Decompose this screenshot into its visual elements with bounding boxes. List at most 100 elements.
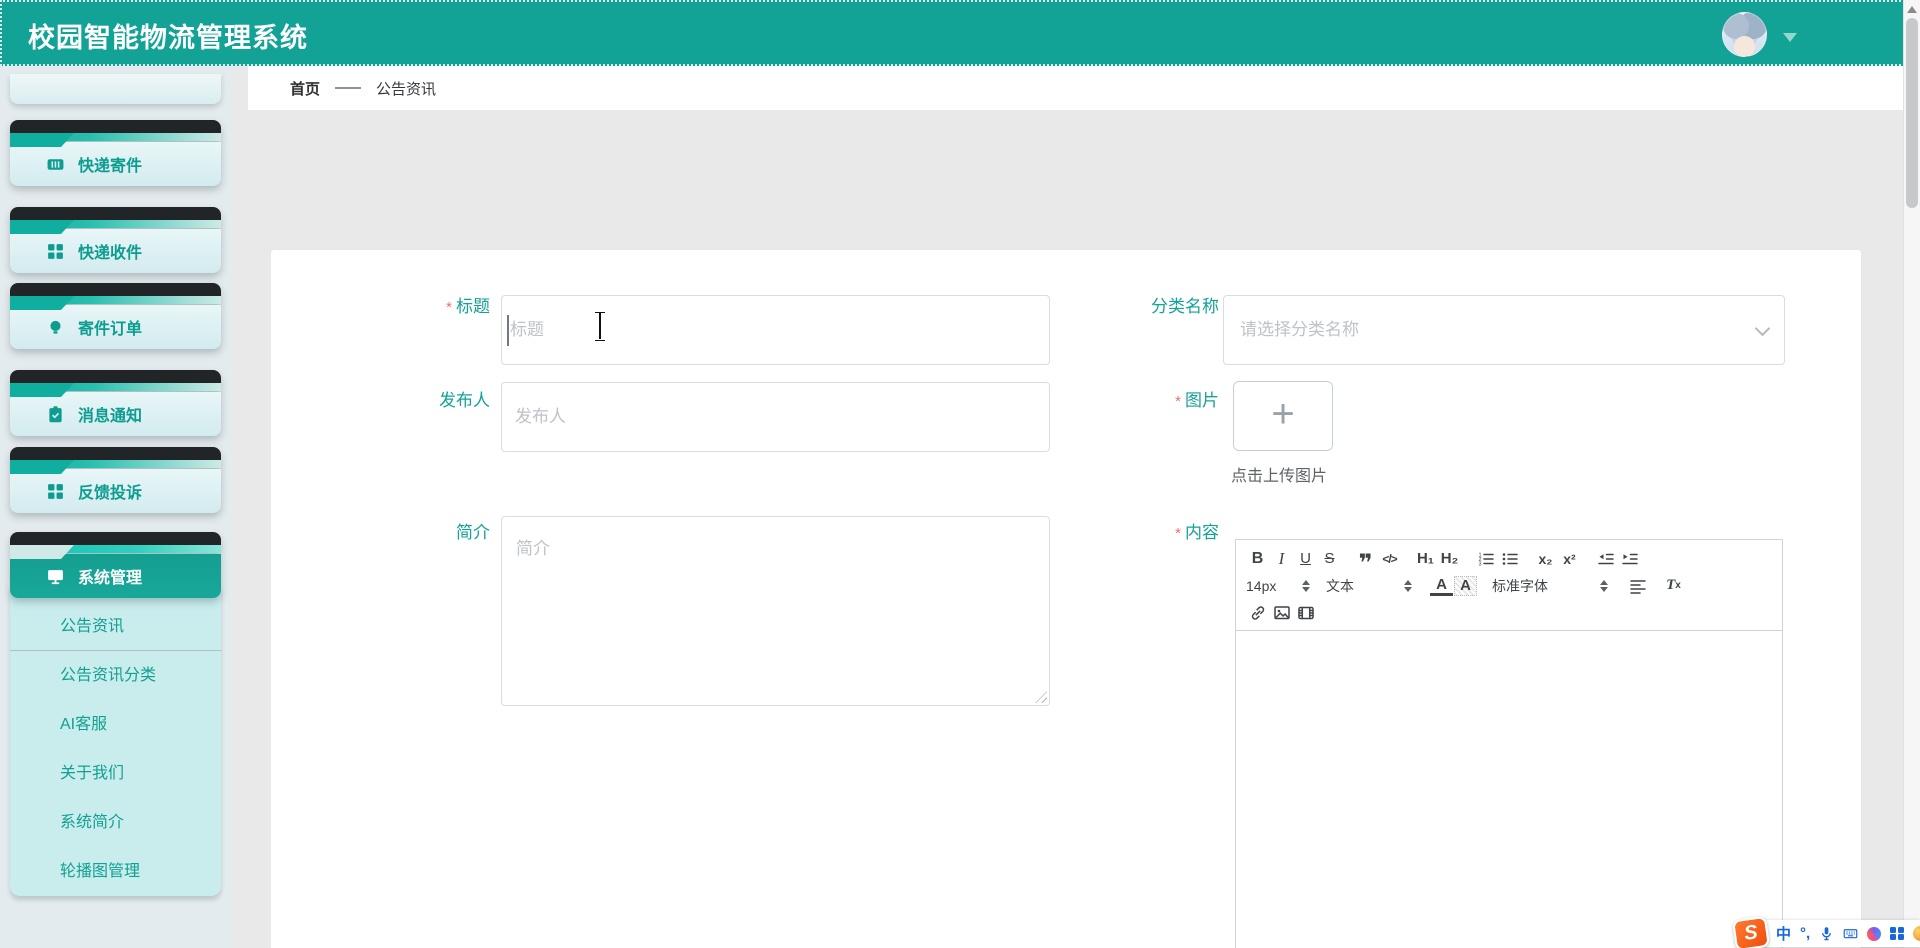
- updown-arrows-icon: [1404, 579, 1412, 592]
- app-title: 校园智能物流管理系统: [28, 23, 308, 53]
- plus-icon: +: [1271, 392, 1295, 436]
- scroll-up-icon[interactable]: [1907, 6, 1917, 13]
- sidebar-item-notifications[interactable]: 消息通知: [10, 370, 221, 436]
- strike-icon[interactable]: S: [1318, 547, 1341, 571]
- grid-icon: [48, 243, 63, 259]
- breadcrumb: 首页 公告资讯: [248, 66, 1903, 110]
- chinese-mode-icon[interactable]: 中: [1776, 923, 1791, 944]
- required-mark: *: [1175, 393, 1181, 410]
- superscript-icon[interactable]: x²: [1558, 547, 1581, 571]
- align-icon[interactable]: [1626, 574, 1649, 598]
- clean-icon[interactable]: Tx: [1662, 574, 1685, 598]
- editor-toolbar: B I U S ❞ </> H₁ H₂ 1 2 3 x₂ x² 14px 文本 A A 标准字体 Tx: [1235, 539, 1783, 631]
- keyboard-icon[interactable]: [1843, 926, 1858, 941]
- scrollbar-thumb[interactable]: [1906, 18, 1918, 208]
- form-card: * 标题 标题 分类名称 请选择分类名称 发布人 发布人 * 图片 + 点击上传图片…: [270, 249, 1862, 948]
- sidebar-item-send-orders[interactable]: 寄件订单: [10, 283, 221, 349]
- text-caret: [507, 315, 509, 346]
- ime-pill: S 中 °,: [1732, 915, 1920, 948]
- editor-content-area[interactable]: [1235, 631, 1783, 948]
- font-select[interactable]: 标准字体: [1492, 574, 1608, 598]
- sidebar-item-label: 快递收件: [78, 245, 143, 262]
- submenu-item-announcement-categories[interactable]: 公告资讯分类: [10, 651, 221, 700]
- blockquote-icon[interactable]: ❞: [1354, 547, 1377, 575]
- breadcrumb-current: 公告资讯: [376, 80, 437, 98]
- sidebar-item-express-send[interactable]: 快递寄件: [10, 120, 221, 186]
- ordered-list-icon[interactable]: 123: [1474, 547, 1497, 571]
- header1-icon[interactable]: H₁: [1414, 547, 1437, 571]
- category-label: 分类名称: [1151, 297, 1219, 316]
- sidebar-item-label: 反馈投诉: [78, 485, 143, 502]
- sidebar-item-label: 系统管理: [78, 570, 143, 587]
- background-icon[interactable]: A: [1454, 575, 1477, 596]
- title-label: * 标题: [446, 297, 490, 316]
- rich-text-editor: B I U S ❞ </> H₁ H₂ 1 2 3 x₂ x² 14px 文本 A A 标准字体 Tx: [1235, 539, 1783, 948]
- sidebar-item-system-management[interactable]: 系统管理: [10, 532, 221, 598]
- image-icon[interactable]: [1270, 601, 1293, 625]
- grid-icon: [48, 483, 63, 499]
- publisher-label: 发布人: [439, 391, 490, 410]
- image-upload-box[interactable]: +: [1233, 381, 1333, 451]
- sogou-logo-icon[interactable]: S: [1732, 915, 1770, 948]
- sidebar-item-partial[interactable]: [10, 74, 221, 104]
- video-icon[interactable]: [1294, 601, 1317, 625]
- emoji-icon[interactable]: [1912, 926, 1920, 941]
- color-icon[interactable]: A: [1430, 576, 1453, 596]
- submenu-item-carousel[interactable]: 轮播图管理: [10, 847, 221, 896]
- content-label: * 内容: [1175, 523, 1219, 542]
- submenu-item-ai-service[interactable]: AI客服: [10, 700, 221, 749]
- updown-arrows-icon: [1600, 579, 1608, 592]
- page: 校园智能物流管理系统 快递寄件 快递收件 寄件订单 消息通知 反馈投诉 系统管理…: [0, 0, 1920, 948]
- page-scrollbar[interactable]: [1903, 0, 1920, 948]
- avatar[interactable]: [1722, 12, 1767, 57]
- image-label: * 图片: [1175, 391, 1219, 410]
- upload-hint: 点击上传图片: [1231, 468, 1328, 485]
- category-placeholder: 请选择分类名称: [1240, 320, 1359, 339]
- publisher-placeholder: 发布人: [515, 407, 566, 426]
- subscript-icon[interactable]: x₂: [1534, 547, 1557, 571]
- chevron-down-icon: [1754, 320, 1771, 337]
- monitor-icon: [48, 569, 63, 584]
- mic-icon[interactable]: [1819, 926, 1834, 941]
- indent-icon[interactable]: [1618, 547, 1641, 571]
- header2-icon[interactable]: H₂: [1438, 547, 1461, 571]
- resize-handle[interactable]: [1035, 691, 1047, 703]
- app-header: 校园智能物流管理系统: [0, 0, 1920, 66]
- bold-icon[interactable]: B: [1246, 547, 1269, 571]
- mouse-ibeam-cursor: [594, 312, 606, 341]
- outdent-icon[interactable]: [1594, 547, 1617, 571]
- sidebar-item-label: 寄件订单: [78, 321, 143, 338]
- category-select[interactable]: 请选择分类名称: [1223, 295, 1785, 365]
- link-icon[interactable]: [1246, 601, 1269, 625]
- sidebar-item-feedback[interactable]: 反馈投诉: [10, 447, 221, 513]
- svg-text:3: 3: [1478, 561, 1481, 567]
- ticket-icon: [47, 158, 64, 170]
- underline-icon[interactable]: U: [1294, 547, 1317, 571]
- required-mark: *: [446, 299, 452, 316]
- clipboard-check-icon: [49, 405, 62, 422]
- format-select[interactable]: 文本: [1326, 574, 1412, 598]
- breadcrumb-separator: [335, 87, 362, 89]
- updown-arrows-icon: [1302, 579, 1310, 592]
- submenu-item-about-us[interactable]: 关于我们: [10, 749, 221, 798]
- system-submenu: 公告资讯 公告资讯分类 AI客服 关于我们 系统简介 轮播图管理: [10, 586, 221, 896]
- submenu-item-system-intro[interactable]: 系统简介: [10, 798, 221, 847]
- skin-icon[interactable]: [1867, 926, 1882, 941]
- sidebar-item-express-receive[interactable]: 快递收件: [10, 207, 221, 273]
- punctuation-icon[interactable]: °,: [1800, 925, 1810, 942]
- title-placeholder: 标题: [510, 320, 544, 339]
- chevron-down-icon[interactable]: [1783, 33, 1797, 42]
- sidebar: 快递寄件 快递收件 寄件订单 消息通知 反馈投诉 系统管理 公告资讯 公告资讯分…: [0, 66, 232, 948]
- code-block-icon[interactable]: </>: [1378, 547, 1401, 571]
- sidebar-item-label: 快递寄件: [78, 158, 143, 175]
- bullet-list-icon[interactable]: [1498, 547, 1521, 571]
- submenu-item-announcements[interactable]: 公告资讯: [10, 602, 221, 651]
- intro-placeholder: 简介: [516, 539, 550, 558]
- breadcrumb-home[interactable]: 首页: [290, 78, 320, 99]
- toolbox-icon[interactable]: [1890, 926, 1904, 941]
- bulb-icon: [50, 320, 61, 334]
- required-mark: *: [1175, 525, 1181, 542]
- size-select[interactable]: 14px: [1246, 574, 1310, 598]
- italic-icon[interactable]: I: [1270, 547, 1293, 571]
- sidebar-item-label: 消息通知: [78, 408, 143, 425]
